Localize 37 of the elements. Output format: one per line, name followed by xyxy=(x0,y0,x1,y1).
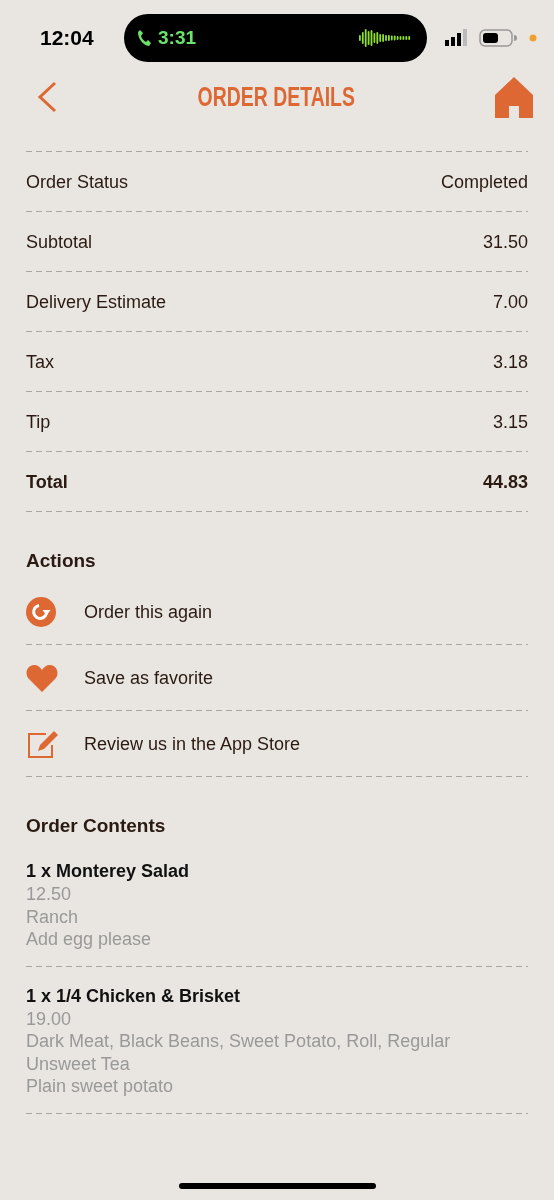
detail-label: Order Status xyxy=(26,171,129,193)
item-note: Dark Meat, Black Beans, Sweet Potato, Roll, Regular Unsweet Tea xyxy=(26,1030,452,1075)
detail-value: 3.18 xyxy=(492,351,528,373)
detail-label: Delivery Estimate xyxy=(26,291,167,313)
home-icon xyxy=(494,76,534,118)
item-price: 12.50 xyxy=(26,883,73,906)
detail-value: 3.15 xyxy=(492,411,528,433)
call-timer: 3:31 xyxy=(158,26,198,49)
detail-value: 44.83 xyxy=(482,471,528,493)
back-icon xyxy=(36,81,58,113)
reorder-icon xyxy=(26,597,56,627)
item-name: 1 x Monterey Salad xyxy=(26,860,191,883)
detail-label: Tip xyxy=(26,411,51,433)
item-note: Plain sweet potato xyxy=(26,1075,175,1098)
page-title: ORDER DETAILS xyxy=(197,81,355,113)
detail-label: Total xyxy=(26,471,68,493)
detail-value: 7.00 xyxy=(492,291,528,313)
edit-icon xyxy=(26,729,59,759)
phone-icon xyxy=(137,28,153,47)
back-button[interactable] xyxy=(36,81,58,113)
detail-label: Subtotal xyxy=(26,231,93,253)
heart-icon xyxy=(26,664,58,692)
item-name: 1 x 1/4 Chicken & Brisket xyxy=(26,984,242,1008)
home-button[interactable] xyxy=(494,76,534,118)
item-note: Ranch xyxy=(26,905,80,928)
detail-value: 31.50 xyxy=(482,231,528,253)
section-heading: Actions xyxy=(26,549,97,573)
battery-icon xyxy=(479,28,517,47)
section-heading: Order Contents xyxy=(26,814,167,838)
item-price: 19.00 xyxy=(26,1007,73,1030)
detail-label: Tax xyxy=(26,351,54,373)
clock-time: 12:04 xyxy=(40,25,95,50)
detail-value: Completed xyxy=(440,171,528,193)
signal-icon xyxy=(445,29,469,46)
waveform-icon xyxy=(359,27,411,48)
indicator-dot-icon xyxy=(527,33,537,42)
item-note: Add egg please xyxy=(26,928,153,951)
